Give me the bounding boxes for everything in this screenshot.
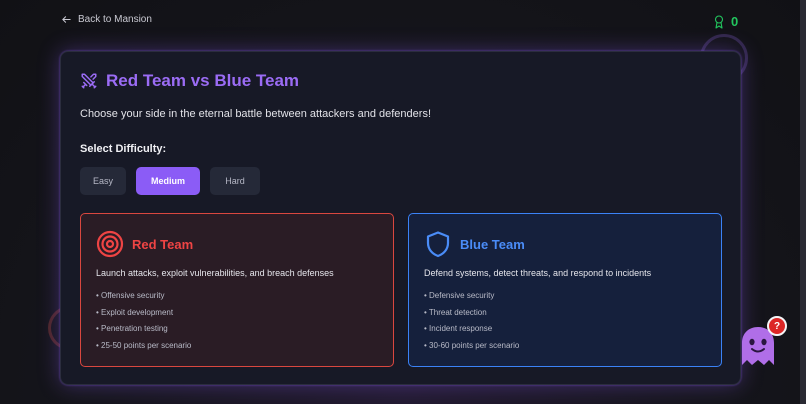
- arrow-left-icon: [62, 16, 71, 23]
- challenge-card: Red Team vs Blue Team Choose your side i…: [60, 51, 741, 385]
- shield-icon: [426, 231, 450, 258]
- difficulty-label: Select Difficulty:: [80, 143, 167, 155]
- difficulty-hard-button[interactable]: Hard: [210, 167, 260, 195]
- score-value: 0: [731, 14, 739, 29]
- challenge-subtitle: Choose your side in the eternal battle b…: [80, 108, 432, 120]
- blue-team-name: Blue Team: [460, 236, 525, 252]
- list-item: Penetration testing: [96, 321, 378, 338]
- list-item: 25-50 points per scenario: [96, 338, 378, 355]
- list-item: Incident response: [424, 321, 706, 338]
- difficulty-easy-button[interactable]: Easy: [80, 167, 126, 195]
- page: Back to Mansion 0 Red Team vs Blue Team …: [0, 0, 806, 404]
- scrollbar[interactable]: [800, 0, 806, 404]
- challenge-header: Red Team vs Blue Team: [80, 71, 299, 91]
- list-item: Exploit development: [96, 305, 378, 322]
- difficulty-selector: Easy Medium Hard: [80, 167, 260, 195]
- list-item: Defensive security: [424, 288, 706, 305]
- blue-team-card[interactable]: Blue Team Defend systems, detect threats…: [408, 213, 722, 367]
- difficulty-medium-button[interactable]: Medium: [136, 167, 200, 195]
- swords-icon: [81, 73, 97, 89]
- list-item: 30-60 points per scenario: [424, 338, 706, 355]
- red-team-card[interactable]: Red Team Launch attacks, exploit vulnera…: [80, 213, 394, 367]
- red-team-features: Offensive security Exploit development P…: [96, 288, 378, 354]
- red-team-header: Red Team: [96, 230, 378, 258]
- list-item: Threat detection: [424, 305, 706, 322]
- challenge-title: Red Team vs Blue Team: [106, 71, 300, 90]
- blue-team-header: Blue Team: [424, 230, 706, 258]
- red-team-description: Launch attacks, exploit vulnerabilities,…: [96, 268, 334, 278]
- blue-team-features: Defensive security Threat detection Inci…: [424, 288, 706, 354]
- back-to-mansion-link[interactable]: Back to Mansion: [61, 14, 152, 25]
- score-display: 0: [713, 14, 738, 29]
- award-icon: [714, 14, 724, 29]
- list-item: Offensive security: [96, 288, 378, 305]
- blue-team-description: Defend systems, detect threats, and resp…: [424, 268, 652, 278]
- help-badge[interactable]: ?: [767, 316, 787, 336]
- back-link-label: Back to Mansion: [78, 14, 152, 25]
- target-icon: [96, 230, 124, 258]
- red-team-name: Red Team: [132, 236, 194, 252]
